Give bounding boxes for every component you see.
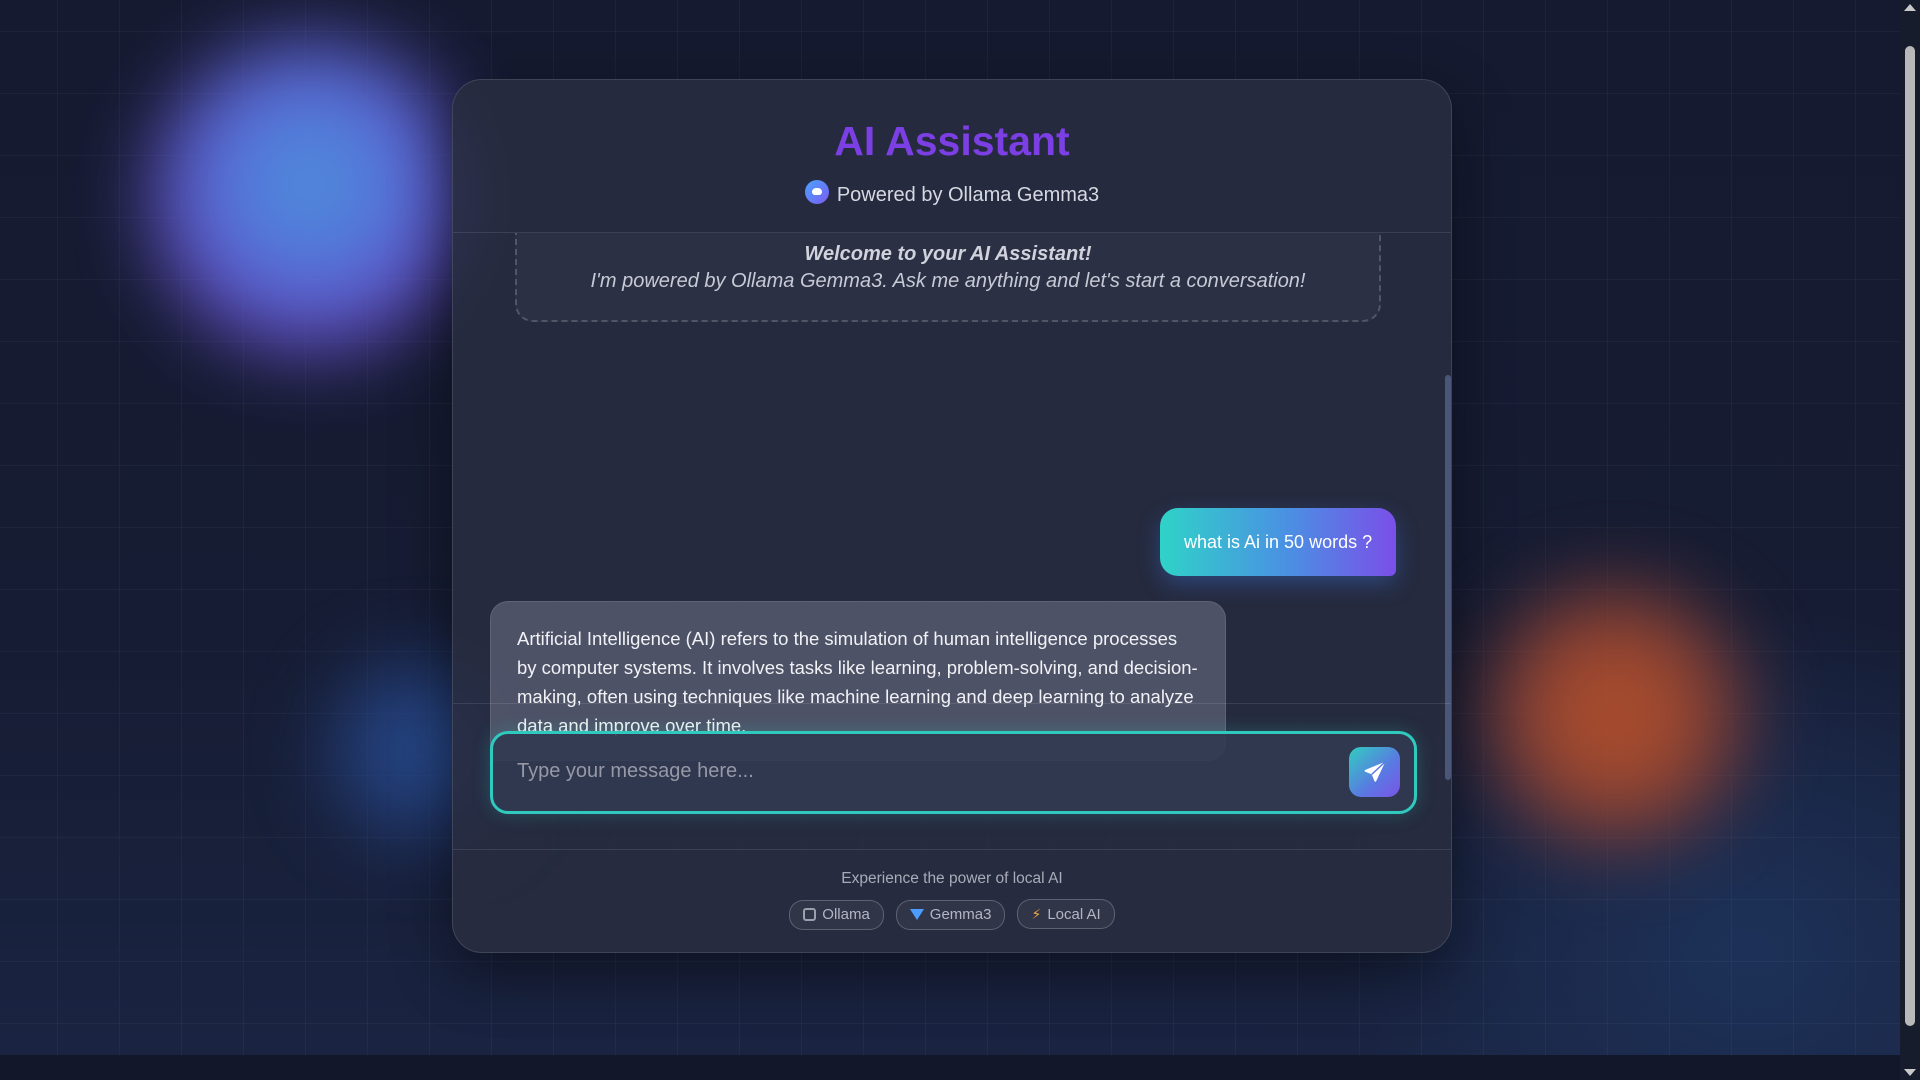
message-input-container [490,731,1417,814]
user-message: what is Ai in 50 words ? [1160,508,1397,576]
page-scrollbar[interactable] [1900,0,1920,1080]
badge-label: Local AI [1047,906,1101,923]
footer-tagline: Experience the power of local AI [841,870,1063,887]
robot-icon [804,180,829,204]
scroll-down-arrow-icon[interactable] [1904,1069,1916,1076]
badge-local-ai[interactable]: ⚡ Local AI [1017,899,1115,929]
chat-card: AI Assistant Powered by Ollama Gemma3 We… [452,79,1452,953]
gem-icon [909,909,924,920]
scroll-up-arrow-icon[interactable] [1904,4,1916,11]
badge-label: Ollama [822,906,870,923]
decorative-glow-orange [1480,580,1750,850]
powered-by-line: Powered by Ollama Gemma3 [453,180,1451,207]
welcome-title: Welcome to your AI Assistant! [804,243,1092,265]
chat-footer: Experience the power of local AI Ollama … [453,848,1451,952]
badge-ollama[interactable]: Ollama [789,900,884,930]
powered-by-text: Powered by Ollama Gemma3 [836,184,1100,206]
tech-badges: Ollama Gemma3 ⚡ Local AI [453,899,1451,930]
input-area [453,703,1451,850]
chat-header: AI Assistant Powered by Ollama Gemma3 [453,80,1451,233]
send-button[interactable] [1349,747,1400,797]
badge-gemma3[interactable]: Gemma3 [895,900,1006,930]
decorative-glow-blue [150,40,470,360]
send-icon [1364,761,1386,782]
bolt-icon: ⚡ [1031,906,1042,922]
message-list-scrollbar[interactable] [1445,233,1451,782]
robot-icon [803,908,817,921]
message-list[interactable]: Welcome to your AI Assistant! I'm powere… [453,233,1451,782]
welcome-message: Welcome to your AI Assistant! I'm powere… [515,233,1381,322]
message-input[interactable] [515,748,1319,794]
scrollbar-thumb[interactable] [1905,46,1915,1026]
welcome-text: I'm powered by Ollama Gemma3. Ask me any… [590,270,1306,292]
horizontal-scroll-track [0,1055,1900,1080]
badge-label: Gemma3 [929,906,992,923]
page-title: AI Assistant [834,118,1070,164]
